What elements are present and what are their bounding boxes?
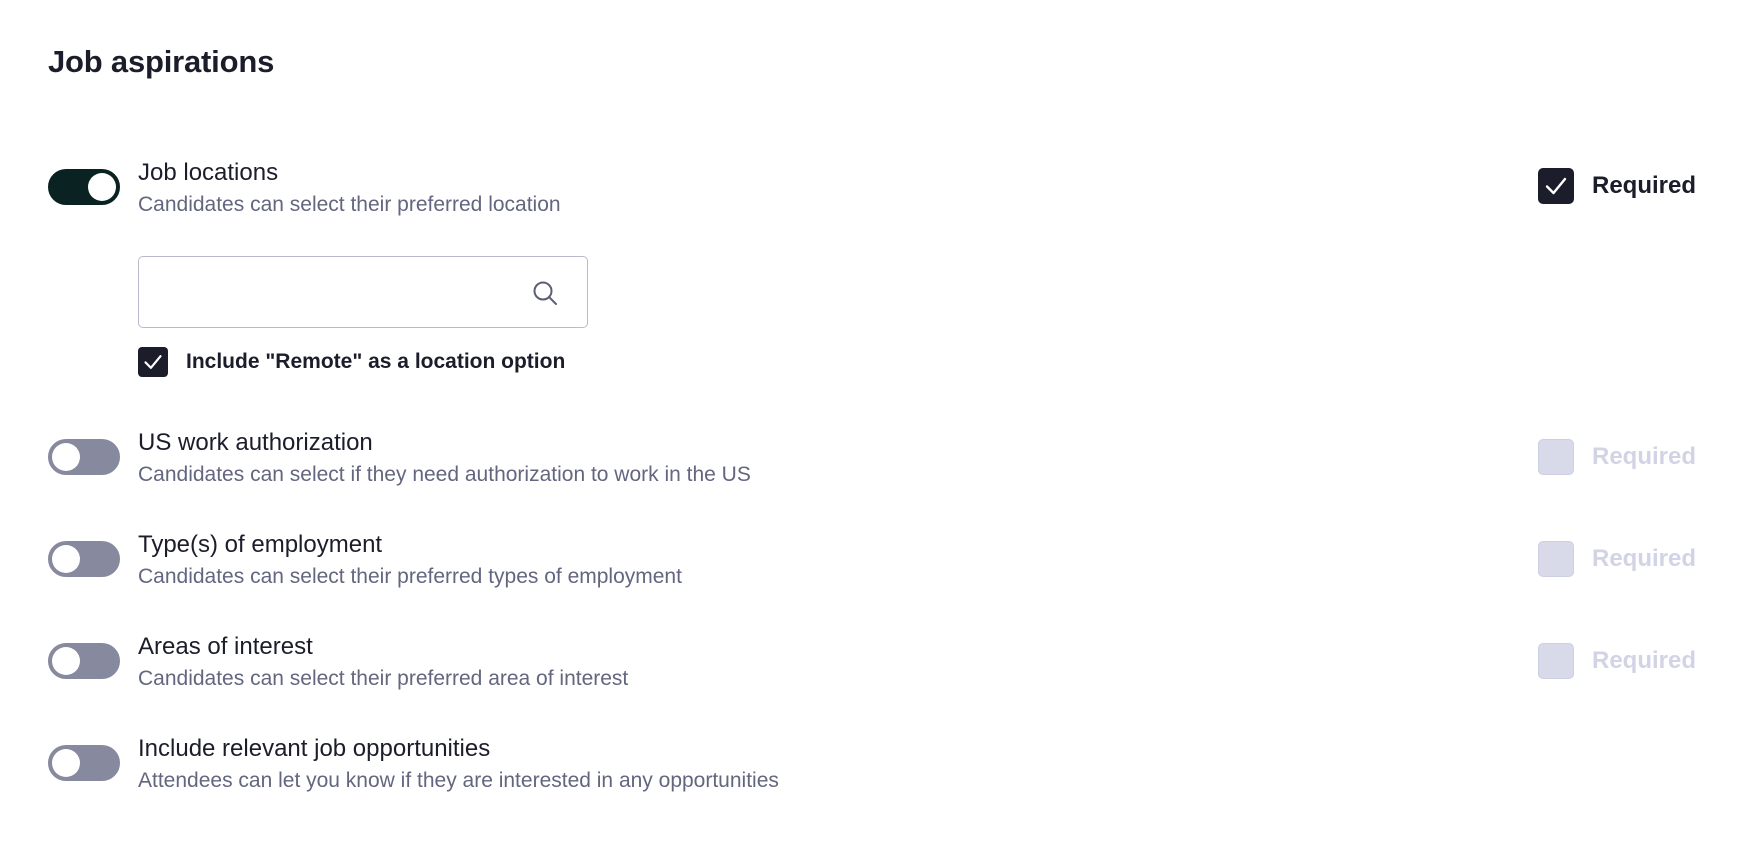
setting-title: Areas of interest [138, 633, 313, 660]
required-option: Required [1537, 439, 1696, 475]
setting-description: Attendees can let you know if they are i… [138, 769, 779, 792]
remote-option-label: Include "Remote" as a location option [186, 350, 566, 373]
setting-row-areas-of-interest: Areas of interest Candidates can select … [48, 633, 1696, 699]
setting-row-us-work-authorization: US work authorization Candidates can sel… [48, 429, 1696, 495]
setting-title: Job locations [138, 159, 279, 186]
setting-description: Candidates can select their preferred ar… [138, 667, 629, 690]
setting-title: Include relevant job opportunities [138, 735, 491, 762]
required-option: Required [1537, 643, 1696, 679]
required-label: Required [1591, 443, 1696, 470]
search-icon[interactable] [531, 279, 559, 307]
setting-row-relevant-job-opportunities: Include relevant job opportunities Atten… [48, 735, 1696, 801]
toggle-knob [52, 749, 80, 777]
setting-row-types-of-employment: Type(s) of employment Candidates can sel… [48, 531, 1696, 597]
page-title: Job aspirations [48, 44, 275, 79]
required-label: Required [1591, 545, 1696, 572]
setting-description: Candidates can select their preferred lo… [138, 193, 561, 216]
setting-title: US work authorization [138, 429, 373, 456]
toggle-knob [52, 443, 80, 471]
setting-title: Type(s) of employment [138, 531, 383, 558]
required-checkbox[interactable] [1537, 439, 1574, 475]
setting-row-job-locations: Job locations Candidates can select thei… [48, 159, 1696, 224]
types-of-employment-toggle[interactable] [48, 541, 120, 577]
location-search-box[interactable] [138, 256, 588, 328]
location-search-input[interactable] [153, 267, 517, 319]
required-checkbox[interactable] [1537, 643, 1574, 679]
required-label: Required [1591, 647, 1696, 674]
remote-checkbox[interactable] [138, 347, 168, 377]
toggle-knob [88, 173, 116, 201]
toggle-knob [52, 545, 80, 573]
checkmark-icon [144, 355, 162, 369]
areas-of-interest-toggle[interactable] [48, 643, 120, 679]
checkmark-icon [1545, 177, 1567, 195]
required-checkbox[interactable] [1537, 168, 1574, 204]
setting-description: Candidates can select their preferred ty… [138, 565, 682, 588]
relevant-job-opportunities-toggle[interactable] [48, 745, 120, 781]
required-option: Required [1537, 541, 1696, 577]
job-locations-toggle[interactable] [48, 169, 120, 205]
required-option: Required [1537, 168, 1696, 204]
us-work-authorization-toggle[interactable] [48, 439, 120, 475]
remote-option: Include "Remote" as a location option [138, 347, 565, 377]
required-checkbox[interactable] [1537, 541, 1574, 577]
required-label: Required [1591, 172, 1696, 199]
setting-description: Candidates can select if they need autho… [138, 463, 751, 486]
toggle-knob [52, 647, 80, 675]
